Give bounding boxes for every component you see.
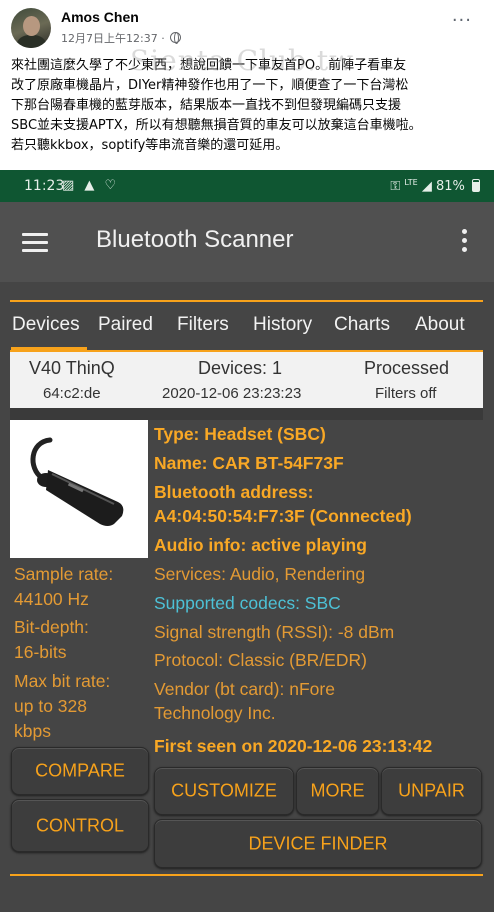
battery-percent: 81% (435, 179, 465, 194)
bluetooth-address: A4:04:50:54:F7:3F (Connected) (154, 506, 412, 526)
author-name[interactable]: Amos Chen (61, 9, 139, 25)
sample-rate-value: 44100 Hz (14, 589, 89, 609)
tab-devices[interactable]: Devices (12, 314, 80, 336)
signal-label: LTE (404, 178, 418, 187)
device-model: V40 ThinQ (29, 358, 115, 378)
max-bitrate-unit: kbps (14, 721, 51, 741)
protocol: Protocol: Classic (BR/EDR) (154, 650, 367, 670)
headset-image (10, 420, 148, 558)
bottom-divider (10, 874, 483, 876)
sample-rate-label: Sample rate: (14, 564, 114, 584)
unpair-button[interactable]: UNPAIR (381, 767, 482, 815)
globe-icon (170, 32, 182, 44)
overflow-menu-icon[interactable] (462, 229, 468, 256)
scan-timestamp: 2020-12-06 23:23:23 (162, 385, 302, 402)
devices-count: Devices: 1 (198, 358, 283, 378)
more-button-label: MORE (310, 780, 365, 801)
status-time: 11:23 (24, 178, 65, 194)
app-bar: Bluetooth Scanner (0, 202, 494, 282)
key-icon: ⚿ (390, 179, 401, 194)
supported-codecs: Supported codecs: SBC (154, 593, 341, 613)
bit-depth-value: 16-bits (14, 642, 67, 662)
tab-filters[interactable]: Filters (177, 314, 229, 336)
spacer (10, 408, 483, 420)
signal-strength: Signal strength (RSSI): -8 dBm (154, 622, 395, 642)
watermark: Sienta Club.tw (130, 44, 355, 77)
vendor-cont: Technology Inc. (154, 703, 276, 723)
tab-history[interactable]: History (253, 314, 312, 336)
max-bitrate-label: Max bit rate: (14, 671, 111, 691)
vendor: Vendor (bt card): nFore (154, 679, 335, 699)
control-button-label: CONTROL (35, 815, 124, 835)
device-finder-button-label: DEVICE FINDER (248, 833, 388, 853)
status-right: ⚿ LTE ◢ 81% (390, 178, 480, 194)
phone-screenshot: 11:23 ▨ ▲ ♡ ⚿ LTE ◢ 81% Bluetooth Scanne… (0, 170, 494, 912)
avatar[interactable] (11, 8, 51, 48)
tab-charts[interactable]: Charts (334, 314, 390, 336)
post-line: 改了原廠車機晶片，DIYer精神發作也用了一下，順便查了一下台灣松 (11, 78, 409, 93)
audio-info: Audio info: active playing (154, 535, 367, 555)
customize-button-label: CUSTOMIZE (171, 780, 277, 801)
device-type: Type: Headset (SBC) (154, 424, 326, 444)
filters-status: Filters off (375, 385, 437, 402)
more-options-icon[interactable]: ··· (452, 10, 472, 31)
device-finder-button[interactable]: DEVICE FINDER (154, 819, 482, 868)
first-seen: First seen on 2020-12-06 23:13:42 (154, 736, 433, 756)
services: Services: Audio, Rendering (154, 564, 366, 584)
app-title: Bluetooth Scanner (96, 226, 294, 253)
compare-button-label: COMPARE (35, 760, 125, 781)
max-bitrate-value: up to 328 (14, 696, 87, 716)
more-button[interactable]: MORE (296, 767, 379, 815)
menu-icon[interactable] (22, 233, 48, 252)
status-bar: 11:23 ▨ ▲ ♡ ⚿ LTE ◢ 81% (0, 170, 494, 202)
device-mac: 64:c2:de (43, 385, 101, 402)
unpair-button-label: UNPAIR (398, 780, 465, 801)
scan-info-bar: V40 ThinQ 64:c2:de Devices: 1 2020-12-06… (10, 352, 483, 408)
post-line: 若只聽kkbox，soptify等串流音樂的還可延用。 (11, 138, 289, 153)
post-line: SBC並未支援APTX，所以有想聽無損音質的車友可以放棄這台車機啦。 (11, 118, 422, 133)
tab-bar: Devices Paired Filters History Charts Ab… (10, 310, 483, 351)
battery-icon (472, 179, 480, 192)
device-name: Name: CAR BT-54F73F (154, 453, 344, 473)
post-line: 下那台陽春車機的藍芽版本，結果版本一直找不到但發現編碼只支援 (11, 98, 402, 113)
bit-depth-label: Bit-depth: (14, 617, 89, 637)
processed-label: Processed (364, 358, 450, 378)
notification-icons: ▨ ▲ ♡ (62, 178, 120, 193)
tab-paired[interactable]: Paired (98, 314, 153, 336)
divider (10, 300, 483, 302)
control-button[interactable]: CONTROL (11, 799, 149, 852)
signal-icon: ◢ (421, 179, 432, 194)
tab-about[interactable]: About (415, 314, 465, 336)
address-label: Bluetooth address: (154, 482, 314, 502)
compare-button[interactable]: COMPARE (11, 747, 149, 795)
customize-button[interactable]: CUSTOMIZE (154, 767, 294, 815)
